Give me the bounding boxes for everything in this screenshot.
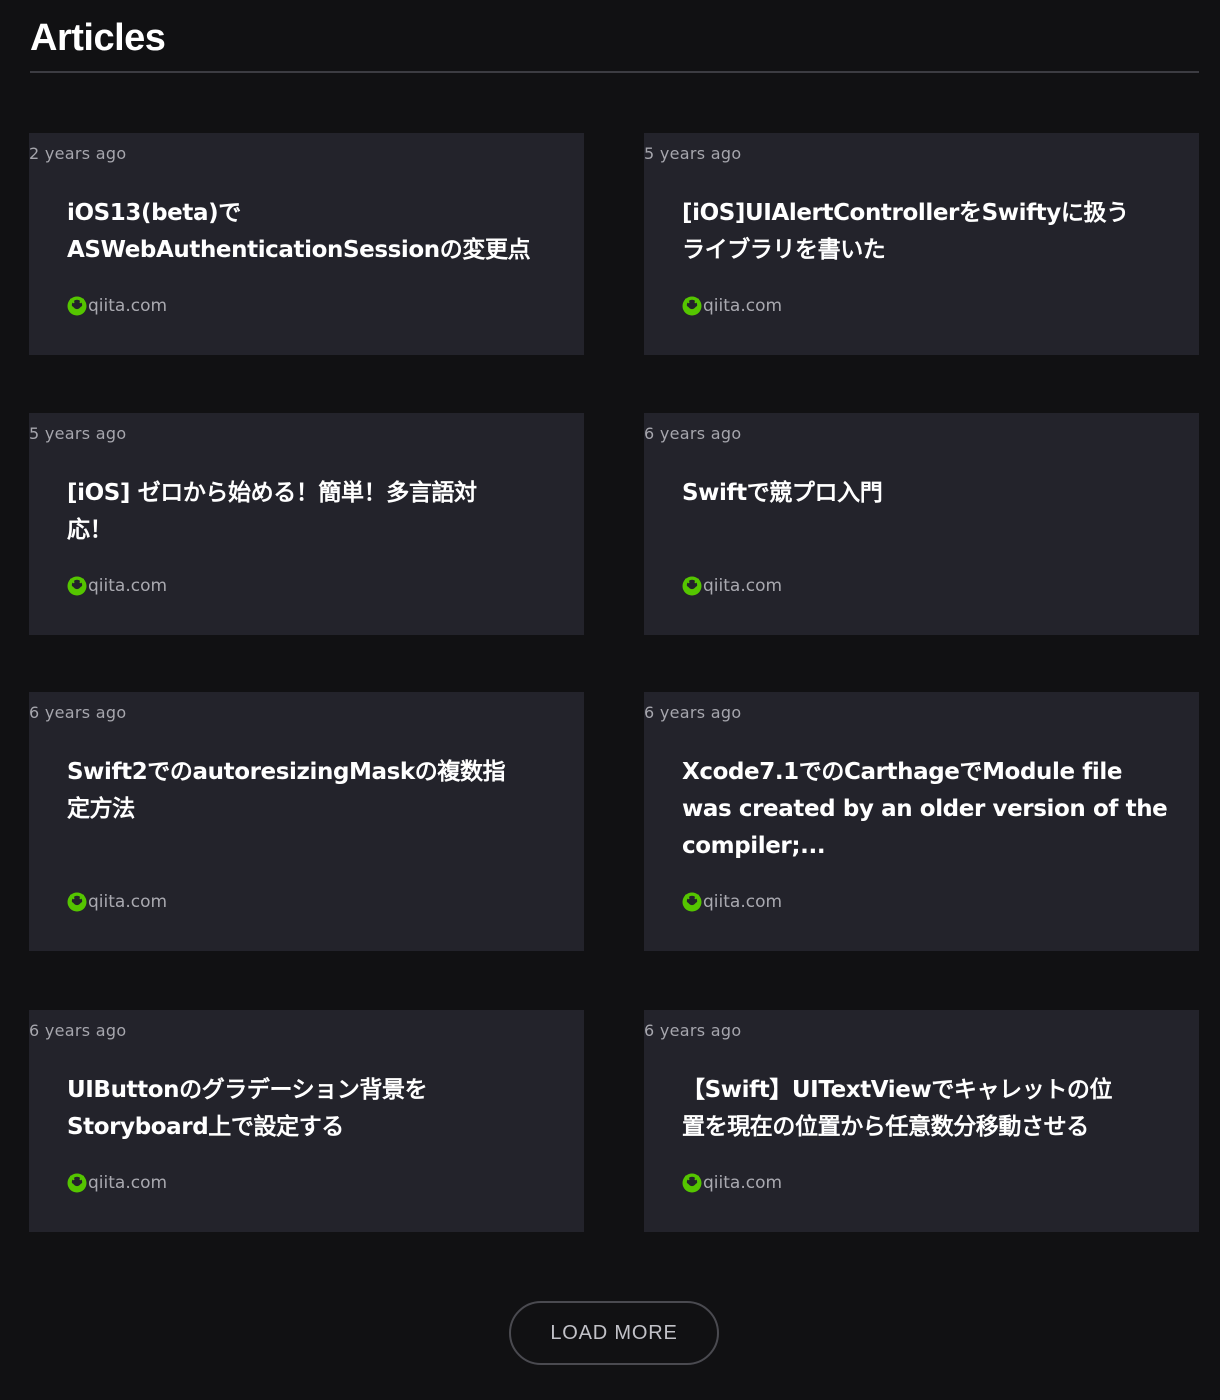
article-card[interactable]: 6 years ago Swiftで競プロ入門 qiita.com [644, 413, 1199, 635]
article-title[interactable]: Xcode7.1でのCarthageでModule file was create… [682, 754, 1172, 865]
header-divider [30, 71, 1199, 73]
qiita-icon [67, 892, 87, 912]
page-title: Articles [30, 17, 166, 59]
article-title[interactable]: iOS13(beta)で ASWebAuthenticationSessionの変… [67, 195, 557, 269]
article-source-label: qiita.com [88, 296, 168, 316]
article-source[interactable]: qiita.com [67, 1172, 167, 1194]
article-card[interactable]: 6 years ago 【Swift】UITextViewでキャレットの位 置を現在… [644, 1010, 1199, 1232]
article-title-line: ASWebAuthenticationSessionの変更点 [67, 237, 531, 263]
qiita-icon [682, 1173, 702, 1193]
article-source-label: qiita.com [88, 1173, 168, 1193]
article-source-label: qiita.com [88, 576, 168, 596]
article-source[interactable]: qiita.com [682, 891, 782, 913]
article-title-line: 定方法 [67, 796, 135, 822]
article-source[interactable]: qiita.com [67, 575, 167, 597]
article-title-line: ライブラリを書いた [682, 237, 886, 263]
article-timestamp: 6 years ago [644, 1021, 742, 1040]
article-card[interactable]: 6 years ago Swift2でのautoresizingMaskの複数指定… [29, 692, 584, 951]
article-card[interactable]: 5 years ago [iOS] ゼロから始める！簡単！多言語対 応！ qiita.… [29, 413, 584, 635]
qiita-icon [682, 576, 702, 596]
article-source-label: qiita.com [703, 296, 783, 316]
article-timestamp: 6 years ago [29, 703, 127, 722]
article-timestamp: 2 years ago [29, 144, 127, 163]
qiita-icon [682, 892, 702, 912]
article-title[interactable]: [iOS] ゼロから始める！簡単！多言語対 応！ [67, 475, 557, 549]
article-title[interactable]: 【Swift】UITextViewでキャレットの位 置を現在の位置から任意数分移動… [682, 1072, 1172, 1146]
article-title-line: iOS13(beta)で [67, 200, 241, 226]
article-source-label: qiita.com [88, 892, 168, 912]
article-title-line: Swiftで競プロ入門 [682, 480, 883, 506]
article-card[interactable]: 5 years ago [iOS]UIAlertControllerをSwifty… [644, 133, 1199, 355]
article-title[interactable]: UIButtonのグラデーション背景を Storyboard上で設定する [67, 1072, 557, 1146]
article-timestamp: 6 years ago [644, 703, 742, 722]
article-card[interactable]: 2 years ago iOS13(beta)で ASWebAuthenticati… [29, 133, 584, 355]
article-source-label: qiita.com [703, 576, 783, 596]
article-source-label: qiita.com [703, 892, 783, 912]
load-more-button[interactable]: LOAD MORE [509, 1301, 719, 1365]
article-source[interactable]: qiita.com [682, 575, 782, 597]
article-title-line: 【Swift】UITextViewでキャレットの位 [682, 1077, 1113, 1103]
article-card[interactable]: 6 years ago UIButtonのグラデーション背景を Storyboard… [29, 1010, 584, 1232]
article-title-line: UIButtonのグラデーション背景を [67, 1077, 428, 1103]
article-timestamp: 5 years ago [29, 424, 127, 443]
qiita-icon [67, 1173, 87, 1193]
article-source[interactable]: qiita.com [67, 891, 167, 913]
qiita-icon [682, 296, 702, 316]
article-title-line: 置を現在の位置から任意数分移動させる [682, 1114, 1089, 1140]
article-source[interactable]: qiita.com [682, 295, 782, 317]
article-title[interactable]: [iOS]UIAlertControllerをSwiftyに扱う ライブラリを書い… [682, 195, 1172, 269]
article-title-line: [iOS] ゼロから始める！簡単！多言語対 [67, 480, 477, 506]
qiita-icon [67, 296, 87, 316]
article-title[interactable]: Swift2でのautoresizingMaskの複数指 定方法 [67, 754, 557, 828]
article-timestamp: 6 years ago [29, 1021, 127, 1040]
article-title-line: Swift2でのautoresizingMaskの複数指 [67, 759, 506, 785]
article-source-label: qiita.com [703, 1173, 783, 1193]
article-title[interactable]: Swiftで競プロ入門 [682, 475, 1172, 512]
article-title-line: Storyboard上で設定する [67, 1114, 344, 1140]
article-title-line: Xcode7.1でのCarthageでModule file [682, 759, 1123, 785]
article-card[interactable]: 6 years ago Xcode7.1でのCarthageでModule fil… [644, 692, 1199, 951]
article-title-line: was created by an older version of the [682, 796, 1168, 822]
article-timestamp: 5 years ago [644, 144, 742, 163]
article-source[interactable]: qiita.com [67, 295, 167, 317]
article-timestamp: 6 years ago [644, 424, 742, 443]
article-title-line: 応！ [67, 517, 113, 543]
article-title-line: compiler;... [682, 833, 826, 859]
article-source[interactable]: qiita.com [682, 1172, 782, 1194]
article-title-line: [iOS]UIAlertControllerをSwiftyに扱う [682, 200, 1129, 226]
qiita-icon [67, 576, 87, 596]
